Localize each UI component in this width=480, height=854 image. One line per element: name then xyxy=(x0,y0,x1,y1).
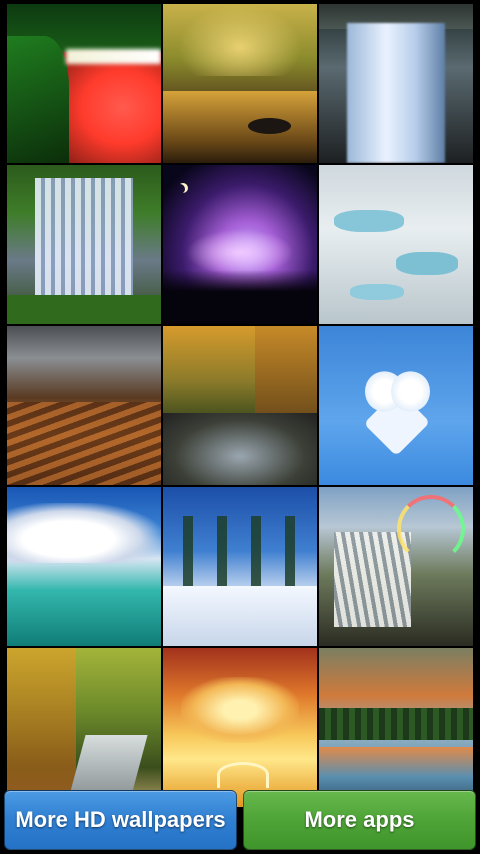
wallpaper-thumbnail-3[interactable] xyxy=(319,4,473,163)
wallpaper-thumbnail-4[interactable] xyxy=(7,165,161,324)
lake-reflection-sunset-thumbnail xyxy=(319,648,473,807)
wallpaper-thumbnail-2[interactable] xyxy=(163,4,317,163)
waterfall-rainbow-thumbnail xyxy=(319,487,473,646)
wallpaper-thumbnail-1[interactable] xyxy=(7,4,161,163)
forest-stream-autumn-thumbnail xyxy=(163,4,317,163)
wallpaper-thumbnail-11[interactable] xyxy=(163,487,317,646)
snowy-forest-thumbnail xyxy=(163,487,317,646)
ocean-clouds-thumbnail xyxy=(7,487,161,646)
wallpaper-thumbnail-7[interactable] xyxy=(7,326,161,485)
heart-cloud-sky-thumbnail xyxy=(319,326,473,485)
autumn-stream-thumbnail xyxy=(7,648,161,807)
more-hd-wallpapers-button[interactable]: More HD wallpapers xyxy=(4,790,237,850)
wallpaper-thumbnail-8[interactable] xyxy=(163,326,317,485)
bottom-button-bar: More HD wallpapers More apps xyxy=(4,790,476,850)
cascading-waterfall-thumbnail xyxy=(7,165,161,324)
waterfall-night-lit-thumbnail xyxy=(7,4,161,163)
wallpaper-thumbnail-13[interactable] xyxy=(7,648,161,807)
autumn-forest-creek-thumbnail xyxy=(163,326,317,485)
wallpaper-thumbnail-9[interactable] xyxy=(319,326,473,485)
wallpaper-thumbnail-6[interactable] xyxy=(319,165,473,324)
white-terraces-pools-thumbnail xyxy=(319,165,473,324)
more-apps-button[interactable]: More apps xyxy=(243,790,476,850)
sunset-clouds-balloon-thumbnail xyxy=(163,648,317,807)
wallpaper-thumbnail-14[interactable] xyxy=(163,648,317,807)
wallpaper-thumbnail-10[interactable] xyxy=(7,487,161,646)
waterfall-blue-thumbnail xyxy=(319,4,473,163)
wallpaper-thumbnail-12[interactable] xyxy=(319,487,473,646)
wallpaper-thumbnail-15[interactable] xyxy=(319,648,473,807)
sand-dune-shore-thumbnail xyxy=(7,326,161,485)
wallpaper-grid xyxy=(7,4,473,807)
wallpaper-thumbnail-5[interactable] xyxy=(163,165,317,324)
purple-lightning-night-thumbnail xyxy=(163,165,317,324)
